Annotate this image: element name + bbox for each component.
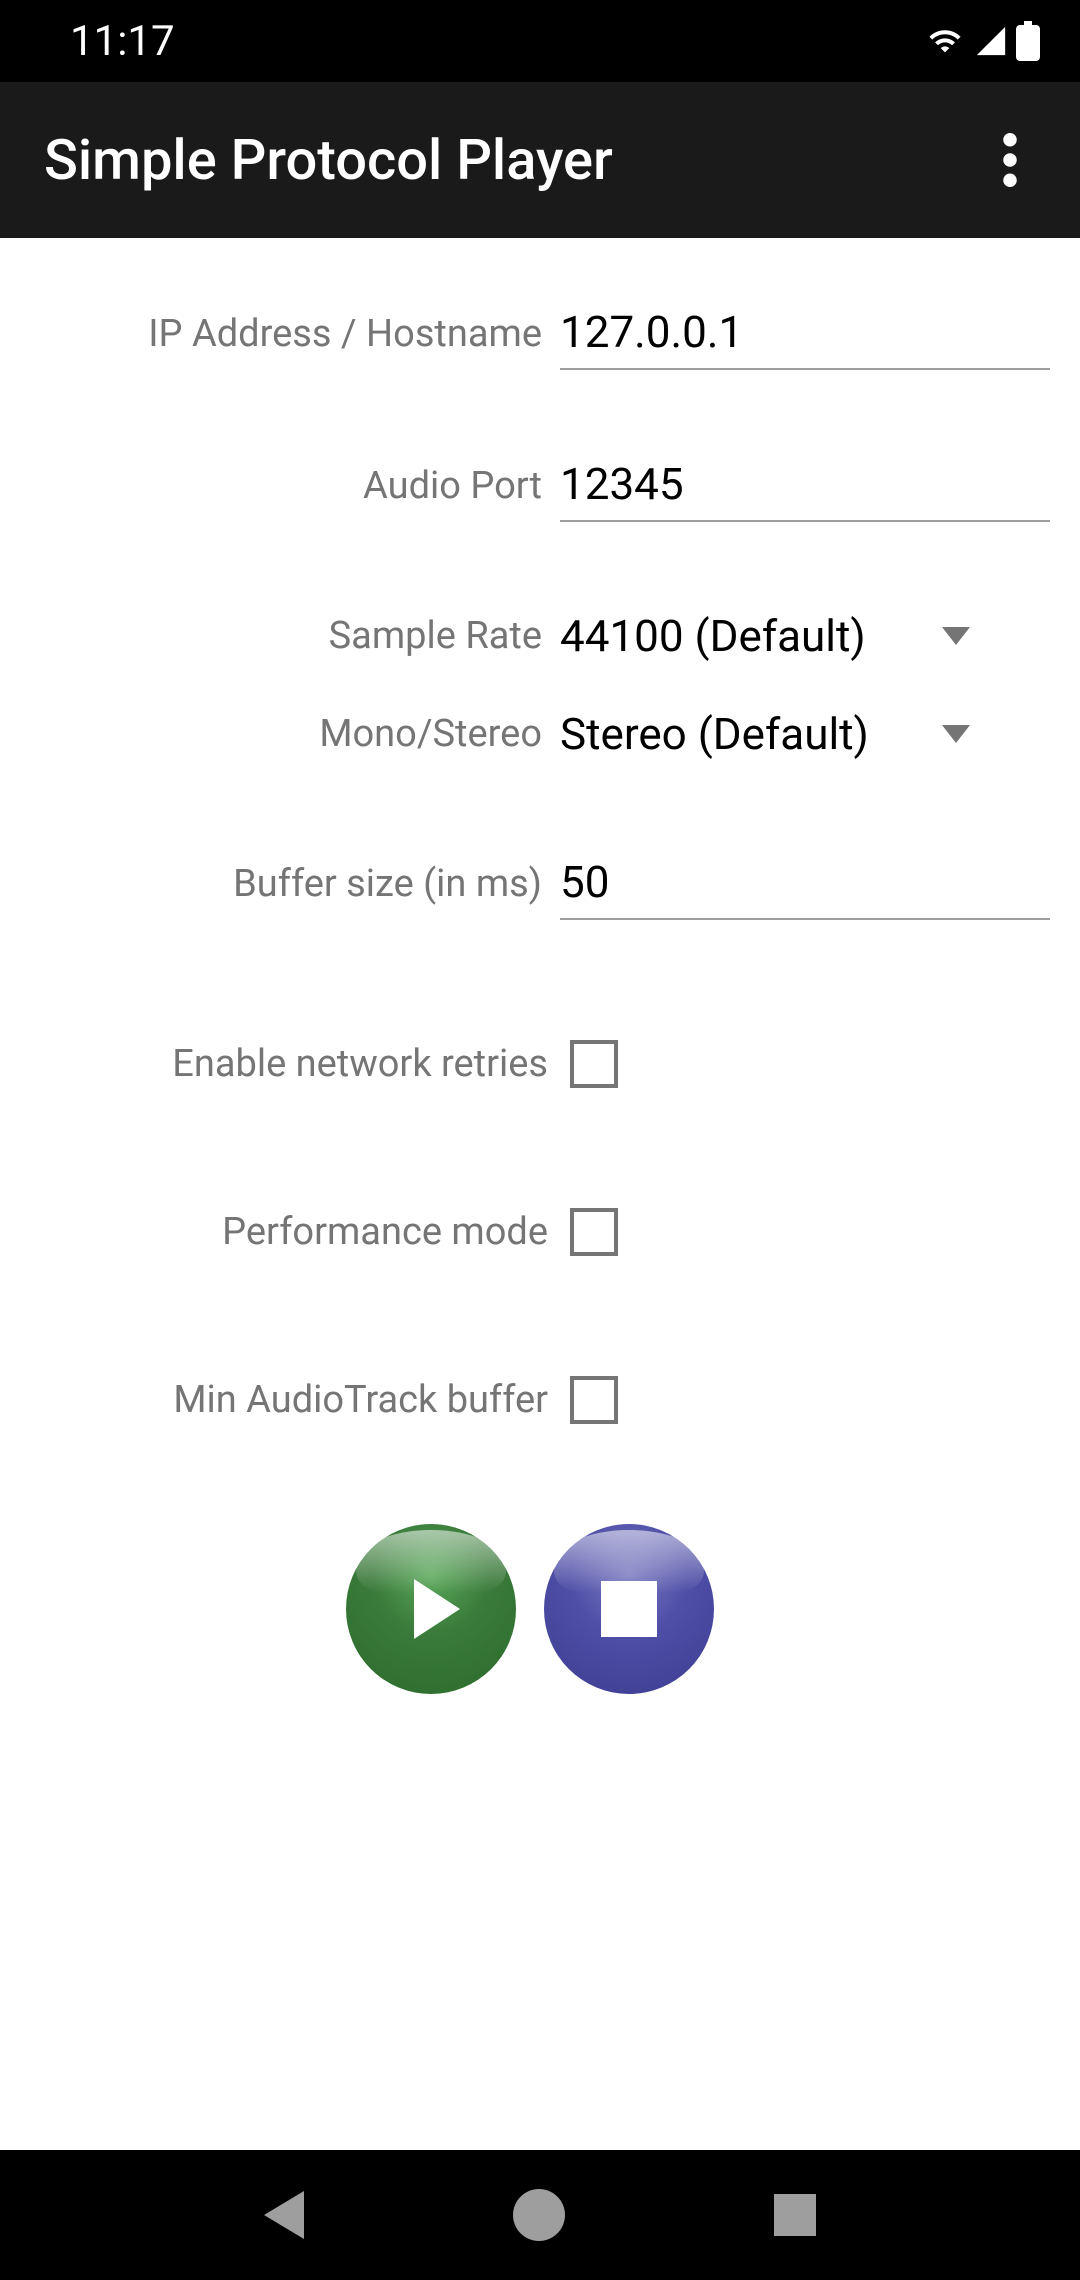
content-area: IP Address / Hostname Audio Port Sample … bbox=[0, 238, 1080, 2150]
sample-rate-label: Sample Rate bbox=[30, 614, 560, 658]
overflow-menu-button[interactable] bbox=[980, 130, 1040, 190]
buffer-input[interactable] bbox=[560, 848, 1050, 920]
minbuf-checkbox[interactable] bbox=[570, 1376, 618, 1424]
dropdown-icon bbox=[942, 627, 970, 645]
sample-rate-spinner[interactable]: 44100 (Default) bbox=[560, 602, 1050, 670]
cellular-icon bbox=[974, 24, 1008, 58]
channels-value: Stereo (Default) bbox=[560, 708, 869, 760]
battery-icon bbox=[1016, 21, 1040, 61]
stop-button[interactable] bbox=[544, 1524, 714, 1694]
dropdown-icon bbox=[942, 725, 970, 743]
sample-rate-value: 44100 (Default) bbox=[560, 610, 866, 662]
row-ip: IP Address / Hostname bbox=[30, 298, 1050, 370]
row-channels: Mono/Stereo Stereo (Default) bbox=[30, 700, 1050, 768]
play-icon bbox=[414, 1579, 460, 1639]
app-title: Simple Protocol Player bbox=[44, 127, 613, 193]
port-input[interactable] bbox=[560, 450, 1050, 522]
nav-recent-button[interactable] bbox=[774, 2194, 816, 2236]
channels-spinner[interactable]: Stereo (Default) bbox=[560, 700, 1050, 768]
row-sample-rate: Sample Rate 44100 (Default) bbox=[30, 602, 1050, 670]
perf-checkbox[interactable] bbox=[570, 1208, 618, 1256]
row-perf: Performance mode bbox=[30, 1208, 1050, 1256]
wifi-icon bbox=[924, 24, 966, 58]
minbuf-label: Min AudioTrack buffer bbox=[30, 1378, 570, 1422]
media-controls bbox=[30, 1524, 1050, 1694]
ip-label: IP Address / Hostname bbox=[30, 312, 560, 356]
row-minbuf: Min AudioTrack buffer bbox=[30, 1376, 1050, 1424]
more-vert-icon bbox=[1003, 133, 1017, 187]
row-buffer: Buffer size (in ms) bbox=[30, 848, 1050, 920]
channels-label: Mono/Stereo bbox=[30, 712, 560, 756]
play-button[interactable] bbox=[346, 1524, 516, 1694]
retries-checkbox[interactable] bbox=[570, 1040, 618, 1088]
row-port: Audio Port bbox=[30, 450, 1050, 522]
row-retries: Enable network retries bbox=[30, 1040, 1050, 1088]
retries-label: Enable network retries bbox=[30, 1042, 570, 1086]
perf-label: Performance mode bbox=[30, 1210, 570, 1254]
app-bar: Simple Protocol Player bbox=[0, 82, 1080, 238]
port-label: Audio Port bbox=[30, 464, 560, 508]
ip-input[interactable] bbox=[560, 298, 1050, 370]
status-time: 11:17 bbox=[70, 17, 175, 66]
android-nav-bar bbox=[0, 2150, 1080, 2280]
status-icons bbox=[924, 21, 1040, 61]
buffer-label: Buffer size (in ms) bbox=[30, 862, 560, 906]
nav-back-button[interactable] bbox=[264, 2191, 304, 2239]
stop-icon bbox=[601, 1581, 657, 1637]
status-bar: 11:17 bbox=[0, 0, 1080, 82]
nav-home-button[interactable] bbox=[513, 2189, 565, 2241]
